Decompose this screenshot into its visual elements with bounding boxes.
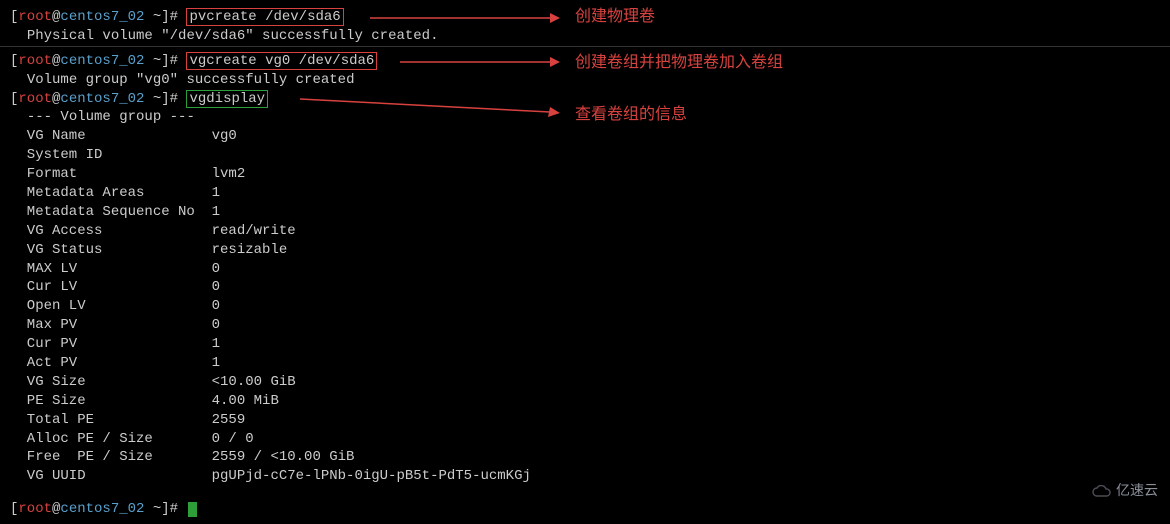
command-vgcreate: vgcreate vg0 /dev/sda6	[186, 52, 377, 70]
vg-field-row: Alloc PE / Size 0 / 0	[10, 430, 1160, 449]
terminal-prompt-idle[interactable]: [root@centos7_02 ~]#	[10, 500, 1160, 519]
vg-field-row: Free PE / Size 2559 / <10.00 GiB	[10, 448, 1160, 467]
arrow-3-icon	[300, 95, 560, 125]
arrow-2-icon	[400, 54, 560, 74]
cursor-icon	[188, 502, 197, 517]
vg-field-row: Act PV 1	[10, 354, 1160, 373]
vg-field-row: VG Name vg0	[10, 127, 1160, 146]
vg-field-row: System ID	[10, 146, 1160, 165]
watermark: 亿速云	[1090, 481, 1158, 500]
vg-field-row: VG Status resizable	[10, 241, 1160, 260]
vg-field-row: Total PE 2559	[10, 411, 1160, 430]
annotation-2: 创建卷组并把物理卷加入卷组	[575, 52, 783, 74]
vg-field-row: MAX LV 0	[10, 260, 1160, 279]
vg-field-row: PE Size 4.00 MiB	[10, 392, 1160, 411]
annotation-1: 创建物理卷	[575, 6, 655, 28]
arrow-1-icon	[370, 10, 560, 30]
vg-field-row: VG Access read/write	[10, 222, 1160, 241]
host: centos7_02	[60, 9, 144, 25]
user: root	[18, 9, 52, 25]
output-pvcreate: Physical volume "/dev/sda6" successfully…	[10, 27, 1160, 46]
vg-field-row: Metadata Sequence No 1	[10, 203, 1160, 222]
vg-field-row: VG UUID pgUPjd-cC7e-lPNb-0igU-pB5t-PdT5-…	[10, 467, 1160, 486]
vg-field-row: Format lvm2	[10, 165, 1160, 184]
command-pvcreate: pvcreate /dev/sda6	[186, 8, 343, 26]
vg-field-row: Metadata Areas 1	[10, 184, 1160, 203]
command-vgdisplay: vgdisplay	[186, 90, 268, 108]
annotation-3: 查看卷组的信息	[575, 104, 687, 126]
cloud-icon	[1090, 484, 1112, 498]
divider	[0, 46, 1170, 47]
vg-field-row: Open LV 0	[10, 297, 1160, 316]
vg-field-row: Cur PV 1	[10, 335, 1160, 354]
vg-field-row: Max PV 0	[10, 316, 1160, 335]
vg-fields: VG Name vg0 System ID Format lvm2 Metada…	[10, 127, 1160, 486]
vg-field-row: VG Size <10.00 GiB	[10, 373, 1160, 392]
vg-field-row: Cur LV 0	[10, 278, 1160, 297]
